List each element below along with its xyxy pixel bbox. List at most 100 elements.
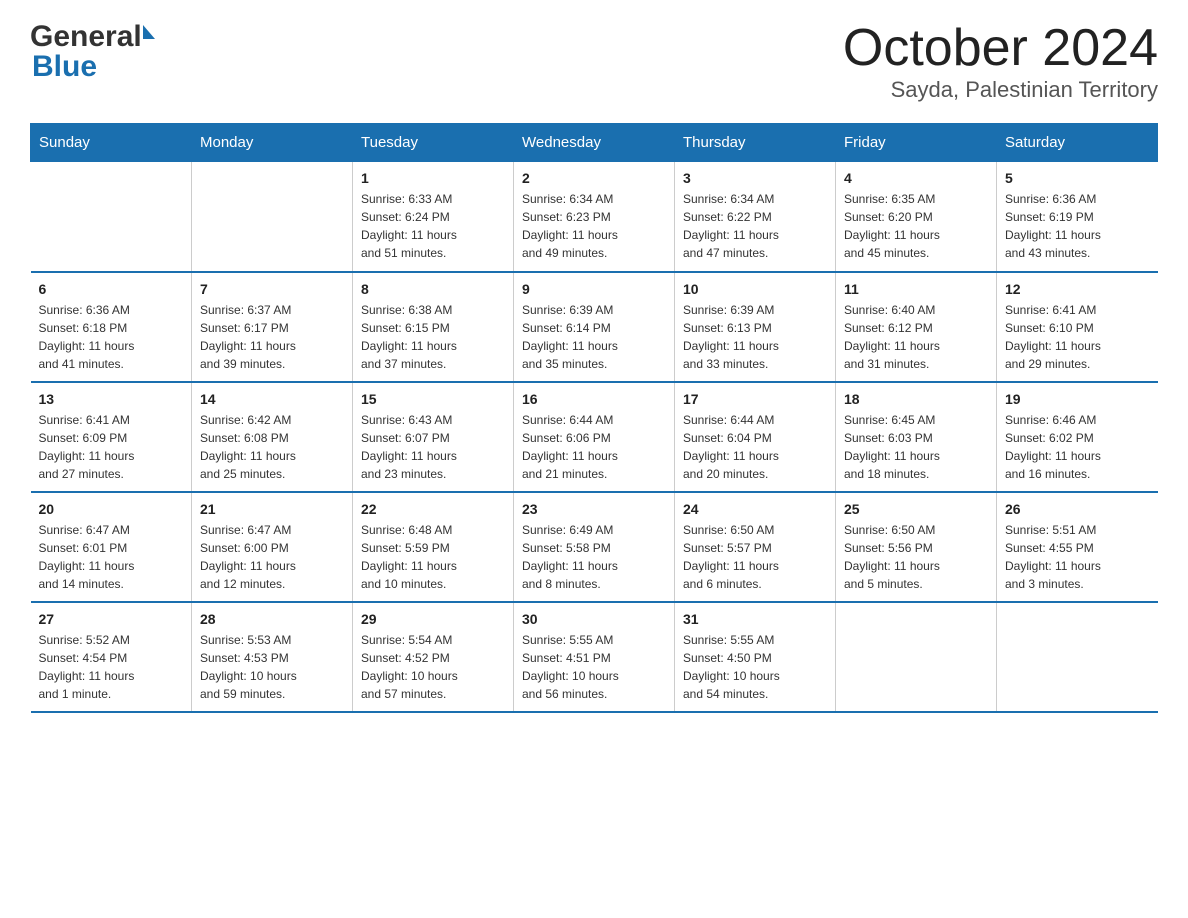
calendar-week-row: 1 Sunrise: 6:33 AM Sunset: 6:24 PM Daylig… [31,162,1158,272]
day-info: Sunrise: 6:36 AM Sunset: 6:19 PM Dayligh… [1005,190,1150,262]
calendar-week-row: 20Sunrise: 6:47 AM Sunset: 6:01 PM Dayli… [31,492,1158,602]
day-info: Sunrise: 6:43 AM Sunset: 6:07 PM Dayligh… [361,411,505,483]
day-number: 28 [200,611,344,627]
page-header: General Blue October 2024 Sayda, Palesti… [30,20,1158,103]
column-header-thursday: Thursday [675,124,836,162]
calendar-cell: 18Sunrise: 6:45 AM Sunset: 6:03 PM Dayli… [836,382,997,492]
day-number: 8 [361,281,505,297]
day-info: Sunrise: 5:55 AM Sunset: 4:51 PM Dayligh… [522,631,666,703]
day-number: 4 [844,170,988,186]
calendar-cell: 2 Sunrise: 6:34 AM Sunset: 6:23 PM Daylig… [514,162,675,272]
day-number: 21 [200,501,344,517]
day-number: 22 [361,501,505,517]
logo: General Blue [30,20,155,84]
day-number: 26 [1005,501,1150,517]
calendar-cell: 27Sunrise: 5:52 AM Sunset: 4:54 PM Dayli… [31,602,192,712]
day-info: Sunrise: 5:54 AM Sunset: 4:52 PM Dayligh… [361,631,505,703]
day-info: Sunrise: 6:42 AM Sunset: 6:08 PM Dayligh… [200,411,344,483]
calendar-cell: 25 Sunrise: 6:50 AM Sunset: 5:56 PM Dayli… [836,492,997,602]
calendar-cell: 29 Sunrise: 5:54 AM Sunset: 4:52 PM Dayli… [353,602,514,712]
day-number: 2 [522,170,666,186]
column-header-friday: Friday [836,124,997,162]
calendar-cell: 10 Sunrise: 6:39 AM Sunset: 6:13 PM Dayli… [675,272,836,382]
day-number: 9 [522,281,666,297]
day-number: 17 [683,391,827,407]
calendar-cell: 28 Sunrise: 5:53 AM Sunset: 4:53 PM Dayli… [192,602,353,712]
month-title: October 2024 [843,20,1158,77]
column-header-tuesday: Tuesday [353,124,514,162]
day-info: Sunrise: 6:35 AM Sunset: 6:20 PM Dayligh… [844,190,988,262]
calendar-cell: 26 Sunrise: 5:51 AM Sunset: 4:55 PM Dayli… [997,492,1158,602]
title-section: October 2024 Sayda, Palestinian Territor… [843,20,1158,103]
day-info: Sunrise: 6:39 AM Sunset: 6:13 PM Dayligh… [683,301,827,373]
day-info: Sunrise: 6:50 AM Sunset: 5:56 PM Dayligh… [844,521,988,593]
day-number: 1 [361,170,505,186]
day-number: 5 [1005,170,1150,186]
day-info: Sunrise: 6:47 AM Sunset: 6:00 PM Dayligh… [200,521,344,593]
calendar-cell: 22Sunrise: 6:48 AM Sunset: 5:59 PM Dayli… [353,492,514,602]
day-info: Sunrise: 6:39 AM Sunset: 6:14 PM Dayligh… [522,301,666,373]
calendar-cell: 16 Sunrise: 6:44 AM Sunset: 6:06 PM Dayli… [514,382,675,492]
calendar-cell: 21 Sunrise: 6:47 AM Sunset: 6:00 PM Dayli… [192,492,353,602]
day-info: Sunrise: 5:51 AM Sunset: 4:55 PM Dayligh… [1005,521,1150,593]
calendar-cell: 4 Sunrise: 6:35 AM Sunset: 6:20 PM Daylig… [836,162,997,272]
day-number: 3 [683,170,827,186]
day-number: 24 [683,501,827,517]
calendar-header-row: SundayMondayTuesdayWednesdayThursdayFrid… [31,124,1158,162]
day-number: 18 [844,391,988,407]
day-info: Sunrise: 6:33 AM Sunset: 6:24 PM Dayligh… [361,190,505,262]
calendar-cell: 23Sunrise: 6:49 AM Sunset: 5:58 PM Dayli… [514,492,675,602]
logo-blue-text: Blue [32,50,97,84]
day-number: 31 [683,611,827,627]
day-number: 12 [1005,281,1150,297]
calendar-cell: 7 Sunrise: 6:37 AM Sunset: 6:17 PM Daylig… [192,272,353,382]
calendar-cell: 9 Sunrise: 6:39 AM Sunset: 6:14 PM Daylig… [514,272,675,382]
calendar-cell: 13Sunrise: 6:41 AM Sunset: 6:09 PM Dayli… [31,382,192,492]
day-info: Sunrise: 6:37 AM Sunset: 6:17 PM Dayligh… [200,301,344,373]
calendar-cell: 6 Sunrise: 6:36 AM Sunset: 6:18 PM Daylig… [31,272,192,382]
column-header-saturday: Saturday [997,124,1158,162]
column-header-wednesday: Wednesday [514,124,675,162]
calendar-week-row: 13Sunrise: 6:41 AM Sunset: 6:09 PM Dayli… [31,382,1158,492]
day-info: Sunrise: 6:34 AM Sunset: 6:23 PM Dayligh… [522,190,666,262]
calendar-cell: 24 Sunrise: 6:50 AM Sunset: 5:57 PM Dayli… [675,492,836,602]
day-number: 11 [844,281,988,297]
day-info: Sunrise: 6:36 AM Sunset: 6:18 PM Dayligh… [39,301,184,373]
calendar-cell: 15 Sunrise: 6:43 AM Sunset: 6:07 PM Dayli… [353,382,514,492]
logo-general-text: General [30,20,142,54]
day-number: 27 [39,611,184,627]
day-number: 15 [361,391,505,407]
day-info: Sunrise: 6:50 AM Sunset: 5:57 PM Dayligh… [683,521,827,593]
calendar-cell [997,602,1158,712]
calendar-cell: 8 Sunrise: 6:38 AM Sunset: 6:15 PM Daylig… [353,272,514,382]
day-number: 10 [683,281,827,297]
day-number: 25 [844,501,988,517]
calendar-cell: 30 Sunrise: 5:55 AM Sunset: 4:51 PM Dayli… [514,602,675,712]
logo-arrow-icon [143,25,155,39]
day-number: 7 [200,281,344,297]
day-number: 16 [522,391,666,407]
location-title: Sayda, Palestinian Territory [843,77,1158,103]
calendar-cell: 3Sunrise: 6:34 AM Sunset: 6:22 PM Daylig… [675,162,836,272]
calendar-cell: 11Sunrise: 6:40 AM Sunset: 6:12 PM Dayli… [836,272,997,382]
calendar-cell: 12Sunrise: 6:41 AM Sunset: 6:10 PM Dayli… [997,272,1158,382]
day-info: Sunrise: 6:44 AM Sunset: 6:06 PM Dayligh… [522,411,666,483]
day-info: Sunrise: 5:53 AM Sunset: 4:53 PM Dayligh… [200,631,344,703]
day-info: Sunrise: 6:44 AM Sunset: 6:04 PM Dayligh… [683,411,827,483]
calendar-cell: 5 Sunrise: 6:36 AM Sunset: 6:19 PM Daylig… [997,162,1158,272]
calendar-cell [31,162,192,272]
calendar-cell: 19Sunrise: 6:46 AM Sunset: 6:02 PM Dayli… [997,382,1158,492]
calendar-cell: 31 Sunrise: 5:55 AM Sunset: 4:50 PM Dayli… [675,602,836,712]
calendar-week-row: 27Sunrise: 5:52 AM Sunset: 4:54 PM Dayli… [31,602,1158,712]
day-info: Sunrise: 6:38 AM Sunset: 6:15 PM Dayligh… [361,301,505,373]
day-number: 29 [361,611,505,627]
day-info: Sunrise: 6:49 AM Sunset: 5:58 PM Dayligh… [522,521,666,593]
day-info: Sunrise: 5:55 AM Sunset: 4:50 PM Dayligh… [683,631,827,703]
calendar-week-row: 6 Sunrise: 6:36 AM Sunset: 6:18 PM Daylig… [31,272,1158,382]
day-number: 6 [39,281,184,297]
day-info: Sunrise: 6:46 AM Sunset: 6:02 PM Dayligh… [1005,411,1150,483]
day-info: Sunrise: 6:41 AM Sunset: 6:09 PM Dayligh… [39,411,184,483]
day-number: 30 [522,611,666,627]
column-header-sunday: Sunday [31,124,192,162]
day-info: Sunrise: 6:47 AM Sunset: 6:01 PM Dayligh… [39,521,184,593]
